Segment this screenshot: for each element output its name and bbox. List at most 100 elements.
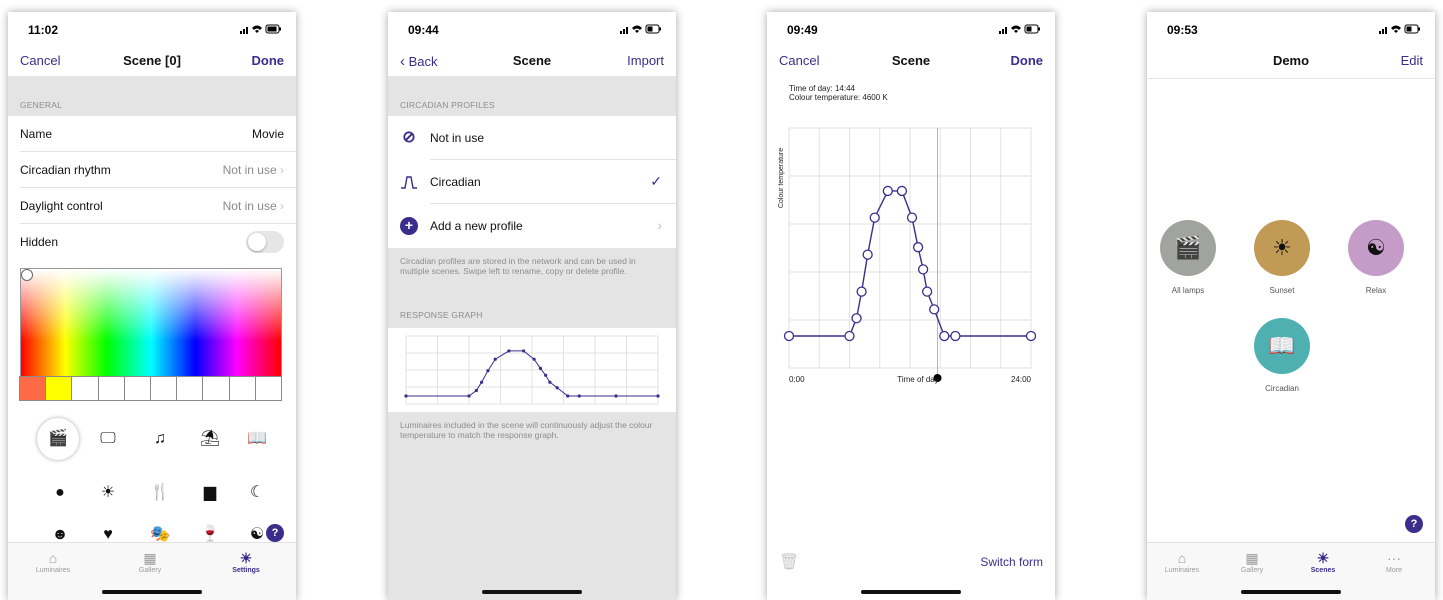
curve-point xyxy=(917,264,929,275)
time-of-day-readout: Time of day: 14:44 xyxy=(789,84,855,93)
edit-button[interactable]: Edit xyxy=(1401,53,1423,68)
color-swatch[interactable] xyxy=(123,376,152,401)
nav-bar: Scene [0] Cancel Done xyxy=(8,48,296,76)
y-axis-label: Colour temperature xyxy=(778,148,785,208)
color-swatch[interactable] xyxy=(202,376,230,401)
fork-knife-icon[interactable]: 🍴 xyxy=(145,478,175,508)
response-point xyxy=(522,349,526,353)
screenshot-collage: 11:02 Scene [0] Cancel Done GENERAL Name… xyxy=(0,0,1443,600)
hidden-label: Hidden xyxy=(20,235,59,249)
response-point xyxy=(493,357,497,361)
scene-relax[interactable]: ☯ Relax xyxy=(1345,220,1407,295)
curve-point xyxy=(921,286,933,297)
signal-wifi-battery-icon xyxy=(240,24,281,34)
chevron-right-icon: › xyxy=(657,217,662,233)
switch-form-button[interactable]: Switch form xyxy=(980,555,1043,569)
music-note-icon[interactable]: ♫ xyxy=(145,424,175,454)
profiles-section-header: CIRCADIAN PROFILES xyxy=(388,76,676,116)
colour-temperature-curve[interactable]: Colour temperature 0:00 24:00 Time of day xyxy=(767,112,1055,402)
color-swatch[interactable] xyxy=(19,376,47,401)
response-point xyxy=(538,366,542,370)
luminaire-icon: ⌂ xyxy=(1177,550,1187,566)
response-point xyxy=(507,349,511,353)
nav-bar: Scene ‹ Back Import xyxy=(388,48,676,76)
profile-not-in-use[interactable]: ⊘ Not in use xyxy=(388,116,676,160)
circadian-rhythm-row[interactable]: Circadian rhythm Not in use › xyxy=(8,152,296,188)
color-swatch[interactable] xyxy=(45,376,73,401)
nav-bar: Scene Cancel Done xyxy=(767,48,1055,76)
response-point xyxy=(656,394,660,398)
cancel-button[interactable]: Cancel xyxy=(20,53,60,68)
sun-icon: ☀ xyxy=(1316,550,1330,566)
color-swatch[interactable] xyxy=(150,376,178,401)
color-swatch[interactable] xyxy=(71,376,99,401)
hidden-toggle[interactable] xyxy=(246,231,284,253)
general-section-header: GENERAL xyxy=(8,76,296,116)
done-button[interactable]: Done xyxy=(1011,53,1044,68)
profile-label: Circadian xyxy=(430,175,481,189)
chevron-right-icon: › xyxy=(280,163,284,177)
color-swatch[interactable] xyxy=(254,376,283,401)
home-indicator xyxy=(1241,590,1341,594)
not-in-use-icon: ⊘ xyxy=(402,129,416,146)
tab-bar: ⌂ Luminaires ▦ Gallery ☀ Settings xyxy=(8,542,296,600)
scenes-overview-screen: 09:53 Demo Edit 🎬 All lamps ☀ Sunset ☯ R… xyxy=(1147,12,1435,600)
circadian-curve-editor-screen: 09:49 Scene Cancel Done Time of day: 14:… xyxy=(767,12,1055,600)
name-row[interactable]: Name Movie xyxy=(8,116,296,152)
tab-more[interactable]: ··· More xyxy=(1359,549,1429,574)
bed-icon[interactable]: ▆ xyxy=(195,478,225,508)
tab-bar: ⌂ Luminaires ▦ Gallery ☀ Scenes ··· More xyxy=(1147,542,1435,600)
color-picker-handle[interactable] xyxy=(21,269,33,281)
response-point xyxy=(474,388,478,393)
tab-luminaires[interactable]: ⌂ Luminaires xyxy=(1147,549,1217,574)
back-button[interactable]: ‹ Back xyxy=(400,53,438,70)
circadian-rhythm-label: Circadian rhythm xyxy=(20,163,111,177)
tab-scenes[interactable]: ☀ Scenes xyxy=(1288,549,1358,574)
name-label: Name xyxy=(20,127,53,141)
scene-label: Relax xyxy=(1365,286,1387,295)
presentation-icon[interactable]: 🖵 xyxy=(93,424,123,454)
response-point xyxy=(577,394,581,398)
help-button[interactable]: ? xyxy=(266,524,284,542)
circadian-rhythm-value: Not in use › xyxy=(222,163,284,177)
add-profile-row[interactable]: + Add a new profile › xyxy=(388,204,676,248)
color-swatch[interactable] xyxy=(228,376,256,401)
tab-gallery[interactable]: ▦ Gallery xyxy=(115,549,185,574)
clock-icon[interactable]: ● xyxy=(45,478,75,508)
scene-all-lamps[interactable]: 🎬 All lamps xyxy=(1157,220,1219,295)
hidden-row: Hidden xyxy=(8,224,296,260)
tab-settings[interactable]: ☀ Settings xyxy=(211,549,281,574)
moon-icon[interactable]: ☾ xyxy=(242,478,272,508)
help-button[interactable]: ? xyxy=(1405,515,1423,533)
more-icon: ··· xyxy=(1387,550,1401,566)
daylight-control-row[interactable]: Daylight control Not in use › xyxy=(8,188,296,224)
profiles-note-area: Circadian profiles are stored in the net… xyxy=(388,248,676,328)
color-swatch[interactable] xyxy=(176,376,204,401)
profile-circadian[interactable]: Circadian ✓ xyxy=(388,160,676,204)
trash-icon[interactable]: 🗑 xyxy=(779,552,799,572)
tab-gallery[interactable]: ▦ Gallery xyxy=(1217,549,1287,574)
color-swatches xyxy=(19,376,283,401)
book-icon[interactable]: 📖 xyxy=(242,424,272,454)
curve-point xyxy=(929,304,940,315)
circadian-profiles-screen: 09:44 Scene ‹ Back Import CIRCADIAN PROF… xyxy=(388,12,676,600)
color-swatch[interactable] xyxy=(97,376,125,401)
cancel-button[interactable]: Cancel xyxy=(779,53,819,68)
scene-editor-screen: 11:02 Scene [0] Cancel Done GENERAL Name… xyxy=(8,12,296,600)
profile-label: Not in use xyxy=(430,131,485,145)
curve-point xyxy=(912,242,924,253)
response-point xyxy=(548,380,552,384)
scene-circadian[interactable]: 📖 Circadian xyxy=(1251,318,1313,393)
curve-point xyxy=(783,330,795,342)
scene-sunset[interactable]: ☀ Sunset xyxy=(1251,220,1313,295)
signal-wifi-battery-icon xyxy=(1379,24,1420,34)
response-point xyxy=(404,394,408,398)
clapperboard-icon[interactable]: 🎬 xyxy=(37,418,79,460)
sun-icon[interactable]: ☀ xyxy=(93,478,123,508)
status-bar: 09:53 xyxy=(1147,12,1435,46)
tab-luminaires[interactable]: ⌂ Luminaires xyxy=(18,549,88,574)
import-button[interactable]: Import xyxy=(627,53,664,68)
desk-lamp-icon[interactable]: ⛱ xyxy=(195,424,225,454)
status-time: 09:53 xyxy=(1167,23,1198,37)
done-button[interactable]: Done xyxy=(252,53,285,68)
